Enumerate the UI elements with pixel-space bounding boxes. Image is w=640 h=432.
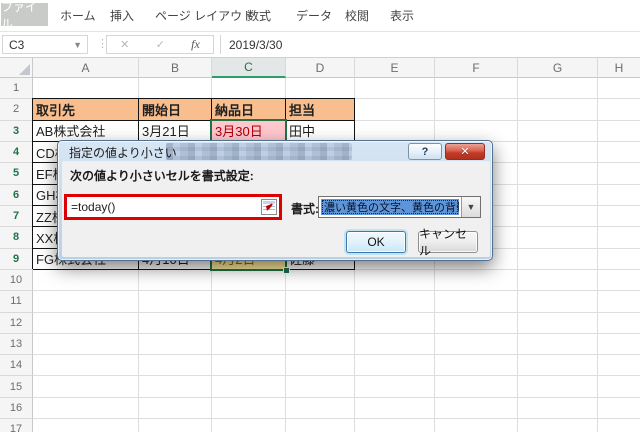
- cancel-button[interactable]: キャンセル: [418, 231, 478, 253]
- ribbon-tab-4[interactable]: データ: [296, 0, 332, 31]
- row-header-11[interactable]: 11: [0, 291, 33, 312]
- collapse-dialog-icon[interactable]: [261, 199, 277, 215]
- ribbon-tab-bar: ファイル ホーム挿入ページ レイアウト数式データ校閲表示: [0, 0, 640, 32]
- row-header-5[interactable]: 5: [0, 163, 33, 184]
- chevron-down-icon[interactable]: ▼: [461, 197, 480, 217]
- table-cell-B3[interactable]: 3月21日: [139, 121, 212, 142]
- row-header-12[interactable]: 12: [0, 313, 33, 334]
- ribbon-tab-3[interactable]: 数式: [247, 0, 271, 31]
- condition-label: 次の値より小さいセルを書式設定:: [70, 167, 254, 184]
- ok-button[interactable]: OK: [346, 231, 406, 253]
- gridline-v: [597, 78, 598, 432]
- gridline-h: [33, 397, 640, 398]
- row-header-1[interactable]: 1: [0, 78, 33, 99]
- gridline-h: [33, 418, 640, 419]
- column-header-E[interactable]: E: [355, 58, 435, 78]
- row-header-7[interactable]: 7: [0, 206, 33, 227]
- column-header-F[interactable]: F: [435, 58, 518, 78]
- ribbon-tab-6[interactable]: 表示: [390, 0, 414, 31]
- cancel-entry-icon[interactable]: ✕: [120, 38, 129, 51]
- ribbon-tab-0[interactable]: ホーム: [60, 0, 96, 31]
- row-header-10[interactable]: 10: [0, 270, 33, 291]
- gridline-h: [33, 375, 640, 376]
- confirm-entry-icon[interactable]: ✓: [156, 38, 165, 51]
- column-header-A[interactable]: A: [33, 58, 139, 78]
- condition-value-input[interactable]: =today(): [64, 194, 282, 220]
- insert-function-icon[interactable]: fx: [191, 37, 200, 52]
- gridline-h: [33, 333, 640, 334]
- table-cell-C3[interactable]: 3月30日: [212, 121, 286, 142]
- less-than-dialog: 指定の値より小さい ? ✕ 次の値より小さいセルを書式設定: =today() …: [57, 140, 493, 261]
- format-label: 書式:: [291, 200, 319, 217]
- row-header-9[interactable]: 9: [0, 249, 33, 270]
- table-header-cell[interactable]: 開始日: [139, 99, 212, 120]
- gridline-h: [33, 354, 640, 355]
- blurred-region: [166, 143, 352, 160]
- dialog-title: 指定の値より小さい: [69, 144, 177, 161]
- row-header-16[interactable]: 16: [0, 398, 33, 419]
- table-cell-D3[interactable]: 田中: [286, 121, 355, 142]
- table-cell-A3[interactable]: AB株式会社: [33, 121, 139, 142]
- fill-handle[interactable]: [283, 267, 290, 274]
- ribbon-tab-5[interactable]: 校閲: [345, 0, 369, 31]
- table-header-cell[interactable]: 担当: [286, 99, 355, 120]
- name-box[interactable]: C3 ▼: [2, 35, 88, 54]
- ribbon-tab-2[interactable]: ページ レイアウト: [155, 0, 254, 31]
- format-dropdown[interactable]: 濃い黄色の文字、黄色の背景 ▼: [318, 196, 481, 218]
- column-header-C[interactable]: C: [212, 58, 286, 78]
- tab-file[interactable]: ファイル: [1, 3, 48, 26]
- row-header-2[interactable]: 2: [0, 99, 33, 120]
- row-header-15[interactable]: 15: [0, 376, 33, 397]
- name-box-dropdown-icon[interactable]: ▼: [73, 40, 82, 50]
- row-header-4[interactable]: 4: [0, 142, 33, 163]
- gridline-h: [33, 312, 640, 313]
- row-header-6[interactable]: 6: [0, 185, 33, 206]
- table-header-cell[interactable]: 納品日: [212, 99, 286, 120]
- select-all-button[interactable]: [0, 58, 33, 78]
- dialog-body: 次の値より小さいセルを書式設定: =today() 書式: 濃い黄色の文字、黄色…: [62, 161, 490, 257]
- column-header-D[interactable]: D: [286, 58, 355, 78]
- gridline-h: [33, 290, 640, 291]
- condition-value-text: =today(): [67, 200, 261, 214]
- name-box-value: C3: [9, 38, 24, 52]
- table-header-cell[interactable]: 取引先: [33, 99, 139, 120]
- excel-window: ファイル ホーム挿入ページ レイアウト数式データ校閲表示 C3 ▼ ⋮ ✕ ✓ …: [0, 0, 640, 432]
- row-header-13[interactable]: 13: [0, 334, 33, 355]
- dialog-help-button[interactable]: ?: [408, 143, 442, 160]
- column-header-G[interactable]: G: [518, 58, 598, 78]
- row-header-3[interactable]: 3: [0, 121, 33, 142]
- formula-bar: C3 ▼ ⋮ ✕ ✓ fx 2019/3/30: [0, 32, 640, 58]
- formula-buttons: ✕ ✓ fx: [106, 35, 214, 54]
- column-header-B[interactable]: B: [139, 58, 212, 78]
- column-header-H[interactable]: H: [598, 58, 640, 78]
- row-header-14[interactable]: 14: [0, 355, 33, 376]
- format-dropdown-value: 濃い黄色の文字、黄色の背景: [321, 199, 459, 215]
- select-all-triangle-icon: [19, 64, 30, 75]
- formula-bar-input[interactable]: 2019/3/30: [220, 35, 282, 54]
- row-header-8[interactable]: 8: [0, 227, 33, 248]
- row-header-17[interactable]: 17: [0, 419, 33, 432]
- ribbon-tab-1[interactable]: 挿入: [110, 0, 134, 31]
- gridline-v: [517, 78, 518, 432]
- dialog-close-button[interactable]: ✕: [445, 143, 485, 160]
